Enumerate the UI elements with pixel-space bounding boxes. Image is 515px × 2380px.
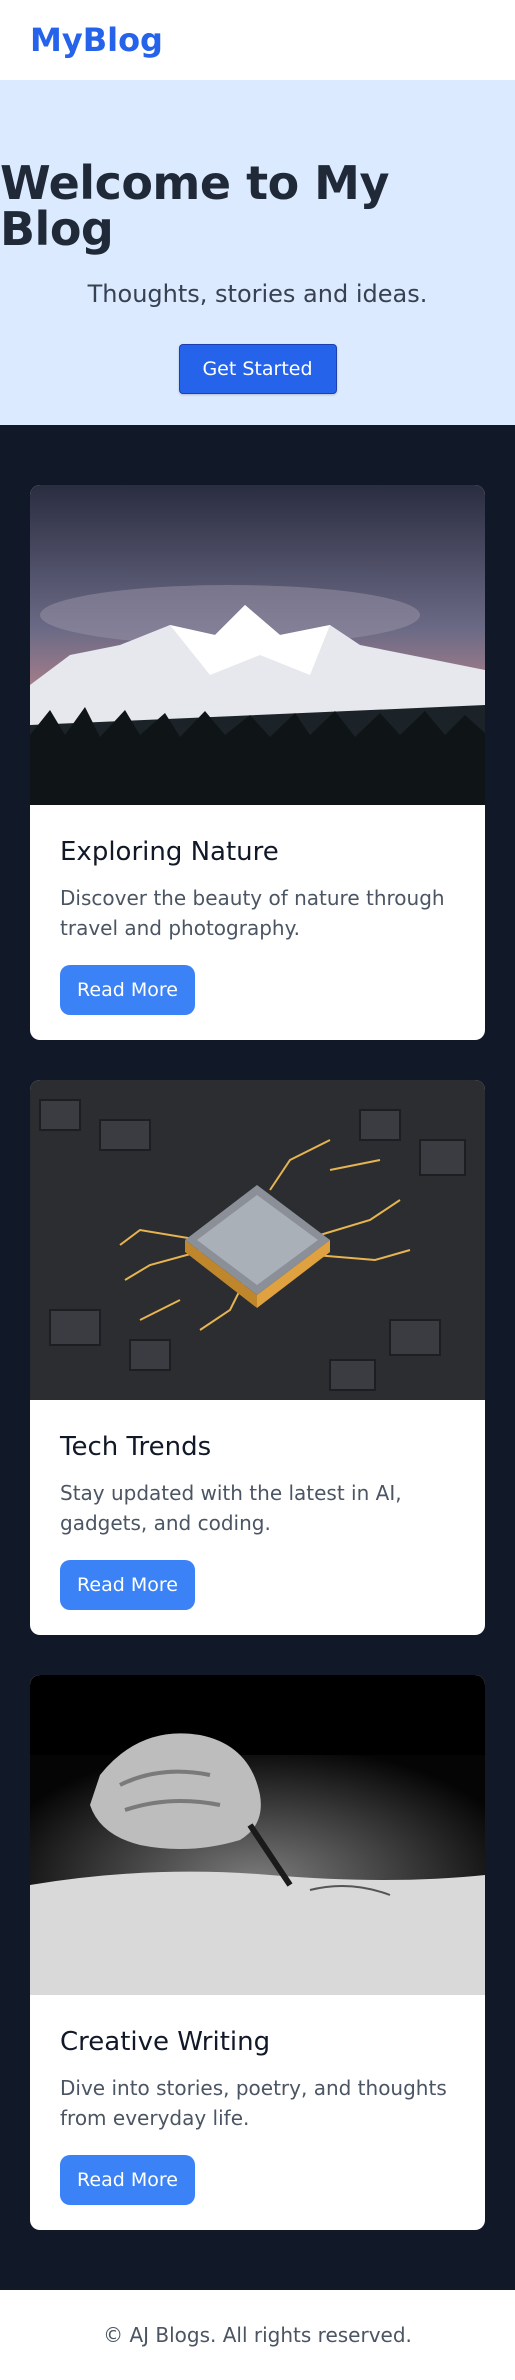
card-description: Stay updated with the latest in AI, gadg…: [60, 1481, 402, 1535]
card-title[interactable]: Creative Writing: [60, 2027, 455, 2057]
card-body: Creative Writing Dive into stories, poet…: [30, 1995, 485, 2230]
site-header: MyBlog: [0, 0, 515, 80]
hero-subtitle: Thoughts, stories and ideas.: [87, 280, 428, 308]
get-started-button[interactable]: Get Started: [178, 344, 337, 394]
hero-title: Welcome to My Blog: [0, 156, 389, 256]
card-body: Tech Trends Stay updated with the latest…: [30, 1400, 485, 1635]
site-footer: © AJ Blogs. All rights reserved.: [0, 2290, 515, 2380]
blog-card-writing: Creative Writing Dive into stories, poet…: [30, 1675, 485, 2230]
card-description: Discover the beauty of nature through tr…: [60, 886, 445, 940]
site-logo[interactable]: MyBlog: [30, 21, 163, 59]
card-title[interactable]: Tech Trends: [60, 1432, 455, 1462]
card-description: Dive into stories, poetry, and thoughts …: [60, 2076, 447, 2130]
read-more-button[interactable]: Read More: [60, 2155, 195, 2205]
copyright-text: © AJ Blogs. All rights reserved.: [103, 2323, 412, 2347]
read-more-button[interactable]: Read More: [60, 965, 195, 1015]
blog-card-nature: Exploring Nature Discover the beauty of …: [30, 485, 485, 1040]
hand-writing-photo: [30, 1675, 485, 1995]
card-title[interactable]: Exploring Nature: [60, 837, 455, 867]
circuit-chip-photo: [30, 1080, 485, 1400]
card-list: Exploring Nature Discover the beauty of …: [0, 425, 515, 2290]
snowy-mountain-photo: [30, 485, 485, 805]
blog-card-tech: Tech Trends Stay updated with the latest…: [30, 1080, 485, 1635]
read-more-button[interactable]: Read More: [60, 1560, 195, 1610]
card-body: Exploring Nature Discover the beauty of …: [30, 805, 485, 1040]
hero-section: Welcome to My Blog Thoughts, stories and…: [0, 80, 515, 425]
